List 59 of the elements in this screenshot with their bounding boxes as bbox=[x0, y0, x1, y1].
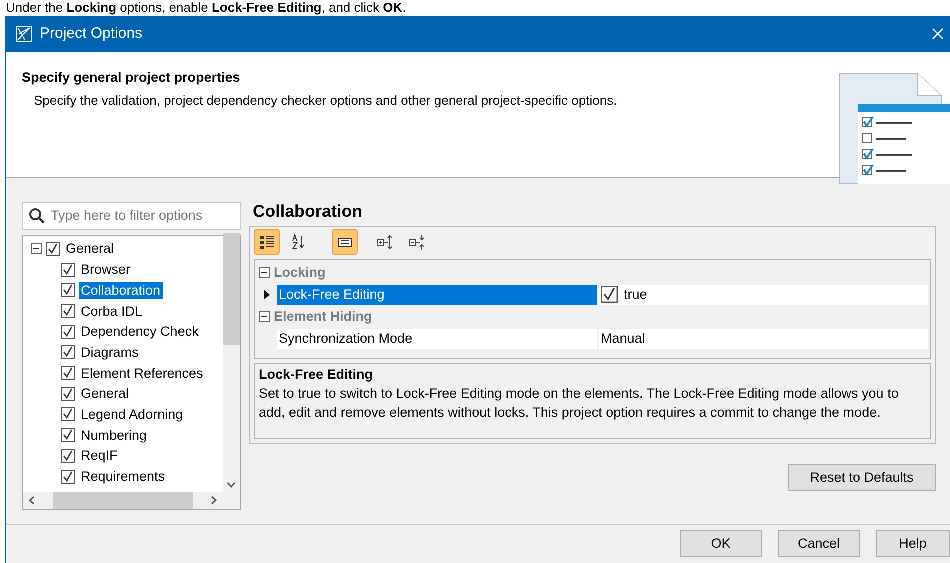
search-icon bbox=[29, 208, 45, 224]
header-title: Specify general project properties bbox=[22, 70, 242, 85]
window-title: Project Options bbox=[40, 25, 144, 42]
dialog-button[interactable]: OK bbox=[680, 530, 762, 558]
tree-item[interactable]: Browser bbox=[79, 261, 133, 278]
property-value[interactable]: Manual bbox=[599, 328, 928, 349]
group-label: Locking bbox=[274, 265, 326, 280]
tree-item[interactable]: Diagrams bbox=[79, 344, 141, 361]
filter-field[interactable]: Type here to filter options bbox=[22, 202, 241, 230]
tree-item[interactable]: Corba IDL bbox=[79, 302, 145, 320]
sort-icon bbox=[291, 234, 307, 250]
value-text: true bbox=[624, 287, 648, 302]
description-title: Lock-Free Editing bbox=[259, 366, 374, 382]
horizontal-scrollbar[interactable] bbox=[23, 492, 223, 509]
tree-item[interactable]: Legend Adorning bbox=[79, 406, 186, 423]
vertical-scrollbar[interactable] bbox=[223, 236, 240, 492]
header-description: Specify the validation, project dependency checker options and other general project-specific options. bbox=[33, 92, 618, 108]
tree-item[interactable]: Numbering bbox=[79, 426, 150, 444]
collapse-icon[interactable] bbox=[31, 243, 42, 254]
close-icon[interactable] bbox=[932, 28, 944, 40]
checkbox[interactable] bbox=[61, 448, 75, 463]
toolbar-button[interactable] bbox=[254, 228, 280, 255]
app-icon bbox=[16, 26, 32, 42]
property-name[interactable]: Synchronization Mode bbox=[277, 328, 597, 349]
checkbox[interactable] bbox=[61, 407, 75, 422]
reset-button[interactable]: Reset to Defaults bbox=[788, 464, 936, 491]
toolbar-button[interactable] bbox=[332, 228, 358, 255]
tree-item[interactable]: Dependency Check bbox=[79, 323, 201, 340]
property-name[interactable]: Lock-Free Editing bbox=[277, 284, 597, 305]
row-pointer-icon bbox=[264, 290, 270, 300]
collapse-icon[interactable] bbox=[259, 311, 270, 322]
expand-all-icon bbox=[376, 234, 394, 250]
property-value[interactable]: true bbox=[599, 284, 928, 305]
checkbox[interactable] bbox=[61, 324, 75, 339]
tree-item[interactable]: Collaboration bbox=[79, 282, 163, 299]
description-text: Set to true to switch to Lock-Free Editing mode on the elements. The Lock-Free Editing mode allows you to add, edit and remove elements without locks. This project option requires a commit to change the mode. bbox=[259, 384, 900, 422]
checkbox[interactable] bbox=[61, 366, 75, 380]
checkbox[interactable] bbox=[601, 286, 618, 304]
value-text: Manual bbox=[601, 331, 646, 346]
panel-title: Collaboration bbox=[252, 202, 364, 223]
checkbox[interactable] bbox=[46, 242, 60, 256]
collapse-icon[interactable] bbox=[259, 267, 270, 278]
category-list-icon bbox=[259, 234, 275, 250]
checkbox[interactable] bbox=[61, 428, 75, 442]
checkbox[interactable] bbox=[61, 283, 75, 298]
dialog-button[interactable]: Cancel bbox=[778, 530, 860, 558]
collapse-all-icon bbox=[408, 234, 426, 250]
group-label: Element Hiding bbox=[274, 309, 372, 324]
tree-item[interactable]: General bbox=[64, 240, 116, 258]
tree-item[interactable]: Requirements bbox=[79, 468, 168, 486]
checkbox[interactable] bbox=[61, 262, 75, 277]
checkbox[interactable] bbox=[61, 304, 75, 318]
checkbox[interactable] bbox=[61, 345, 75, 360]
tree-item[interactable]: General bbox=[79, 385, 132, 402]
tree-item[interactable]: ReqIF bbox=[79, 447, 120, 464]
checkbox[interactable] bbox=[61, 470, 75, 484]
checkbox[interactable] bbox=[61, 386, 75, 401]
dialog-button[interactable]: Help bbox=[876, 530, 950, 558]
tree-item[interactable]: Element References bbox=[79, 364, 206, 382]
